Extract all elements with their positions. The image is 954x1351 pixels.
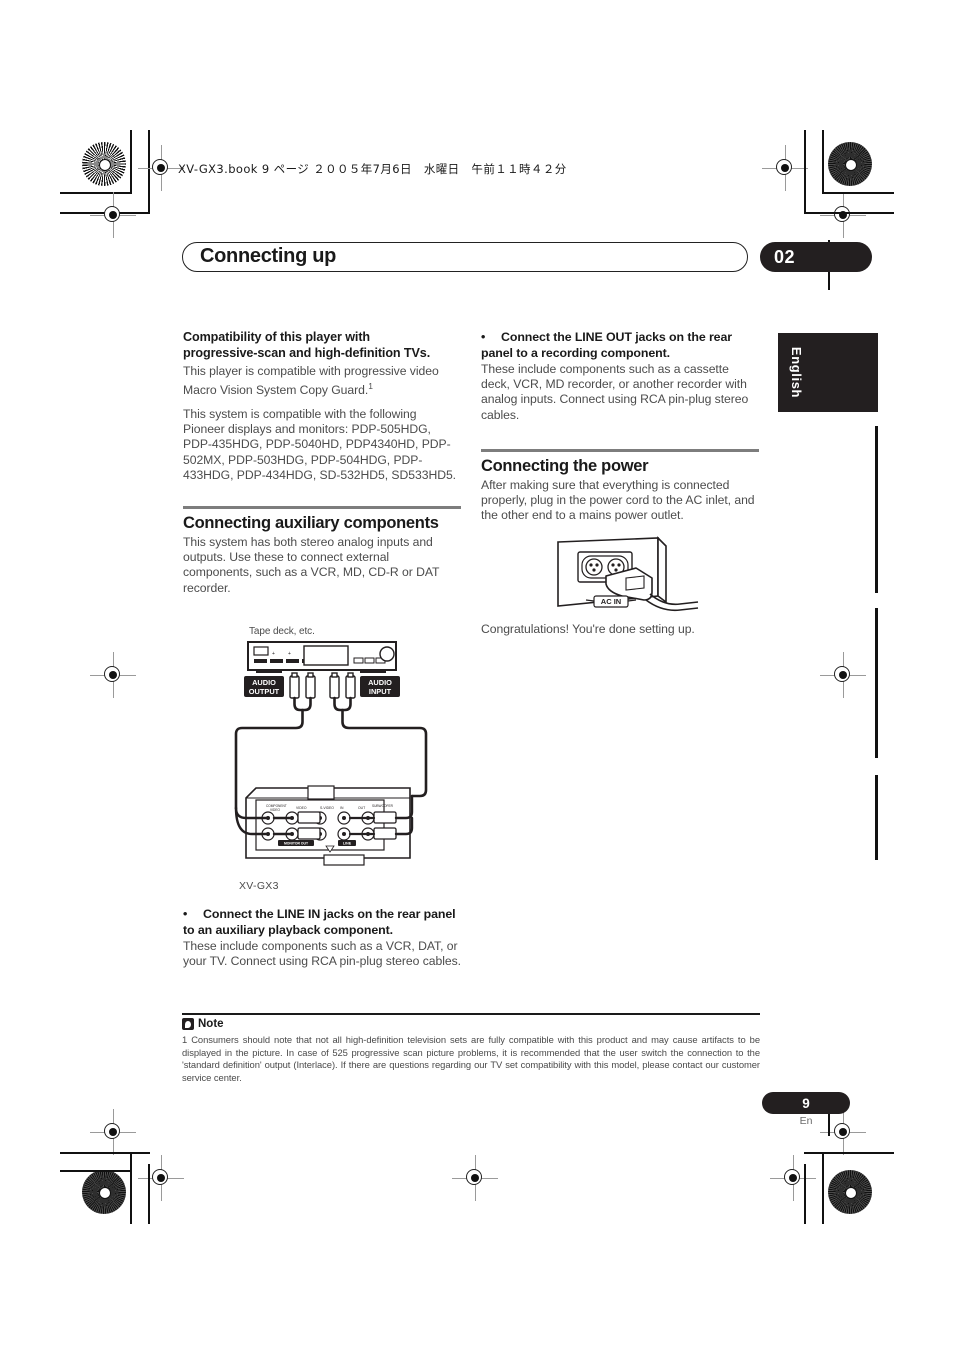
svg-text:OUT: OUT <box>358 806 365 810</box>
svg-text:IN: IN <box>340 806 344 810</box>
ac-inlet-diagram: AC IN <box>557 536 699 612</box>
crop-mark-line <box>148 1164 150 1224</box>
bullet-dot: • <box>481 330 486 344</box>
bleed-mark <box>875 680 878 758</box>
crop-mark-line <box>60 192 132 194</box>
compatibility-paragraph: This player is compatible with progressi… <box>183 362 461 400</box>
registration-crosshair <box>90 1109 136 1155</box>
player-model-caption: XV-GX3 <box>239 880 279 892</box>
svg-text:OUTPUT: OUTPUT <box>249 687 280 696</box>
registration-rosette-bottom-right <box>828 1170 872 1214</box>
registration-crosshair <box>90 652 136 698</box>
registration-crosshair <box>138 145 184 191</box>
line-out-bullet-heading: • Connect the LINE OUT jacks on the rear … <box>481 330 759 361</box>
book-file-info: XV-GX3.book 9 ページ ２００５年7月6日 水曜日 午前１１時４２分 <box>178 162 567 176</box>
note-title: Note <box>198 1018 224 1030</box>
svg-text:INPUT: INPUT <box>369 687 392 696</box>
congratulations-paragraph: Congratulations! You're done setting up. <box>481 622 695 636</box>
note-icon <box>182 1018 194 1030</box>
line-in-bullet-heading: • Connect the LINE IN jacks on the rear p… <box>183 907 461 938</box>
footnote-marker: 1 <box>368 380 373 391</box>
bleed-mark <box>875 775 878 860</box>
section-rule <box>183 506 461 510</box>
section-heading-power: Connecting the power <box>481 456 649 475</box>
bullet-dot: • <box>183 907 188 921</box>
line-out-bullet-heading-text: Connect the LINE OUT jacks on the rear p… <box>481 330 732 360</box>
registration-rosette-top-left <box>82 142 126 186</box>
left-column-lower: • Connect the LINE IN jacks on the rear p… <box>183 907 461 976</box>
registration-crosshair <box>820 192 866 238</box>
crop-mark-line <box>804 130 806 214</box>
line-in-bullet-body: These include components such as a VCR, … <box>183 939 461 969</box>
svg-text:S-VIDEO: S-VIDEO <box>320 806 334 810</box>
registration-crosshair <box>820 652 866 698</box>
svg-text:+: + <box>272 651 275 657</box>
page-number-badge: 9 <box>762 1092 850 1114</box>
left-column: Compatibility of this player with progre… <box>183 330 461 603</box>
supported-displays-paragraph: This system is compatible with the follo… <box>183 407 457 482</box>
crop-mark-line <box>130 1152 132 1224</box>
power-intro-paragraph: After making sure that everything is con… <box>481 477 755 523</box>
svg-text:AUDIO: AUDIO <box>368 678 392 687</box>
registration-rosette-top-right <box>828 142 872 186</box>
document-page: XV-GX3.book 9 ページ ２００５年7月6日 水曜日 午前１１時４２分… <box>0 0 954 1351</box>
crop-mark-line <box>130 130 132 194</box>
chapter-number-badge: 02 <box>760 242 872 272</box>
registration-rosette-bottom-left <box>82 1170 126 1214</box>
svg-text:AUDIO: AUDIO <box>252 678 276 687</box>
auxiliary-intro-paragraph: This system has both stereo analog input… <box>183 535 440 595</box>
crop-mark-line <box>804 212 894 214</box>
crop-mark-line <box>822 1152 824 1224</box>
bleed-mark <box>875 426 878 526</box>
line-in-bullet-heading-text: Connect the LINE IN jacks on the rear pa… <box>183 907 456 937</box>
crop-mark-line <box>822 192 894 194</box>
svg-text:LINE: LINE <box>343 842 352 846</box>
ac-in-label: AC IN <box>601 597 621 606</box>
crop-mark-line <box>804 1164 806 1224</box>
crop-mark-line <box>822 130 824 194</box>
section-rule <box>481 448 759 452</box>
svg-text:VIDEO: VIDEO <box>270 808 280 812</box>
bleed-mark <box>875 608 878 680</box>
section-heading-auxiliary: Connecting auxiliary components <box>183 514 439 533</box>
page-title: Connecting up <box>200 245 337 267</box>
language-tab: English <box>778 333 878 412</box>
bleed-mark <box>875 515 878 593</box>
svg-text:VIDEO: VIDEO <box>296 806 307 810</box>
right-column: • Connect the LINE OUT jacks on the rear … <box>481 330 759 530</box>
compatibility-subheading-line1: Compatibility of this player with <box>183 330 371 344</box>
svg-text:SUBWOOFER: SUBWOOFER <box>372 804 394 808</box>
language-tab-label: English <box>789 346 805 399</box>
compatibility-paragraph-text: This player is compatible with progressi… <box>183 364 439 397</box>
registration-crosshair <box>90 192 136 238</box>
crop-mark-line <box>804 1152 894 1154</box>
registration-crosshair <box>138 1155 184 1201</box>
crop-mark-line <box>60 1152 150 1154</box>
note-header: Note <box>182 1018 224 1030</box>
tape-deck-caption: Tape deck, etc. <box>249 626 315 637</box>
line-out-bullet-body: These include components such as a casse… <box>481 362 749 422</box>
page-language-code: En <box>799 1115 813 1127</box>
note-body: 1 Consumers should note that not all hig… <box>182 1034 760 1083</box>
compatibility-subheading-line2: progressive-scan and high-definition TVs… <box>183 345 431 360</box>
svg-text:MONITOR OUT: MONITOR OUT <box>284 842 309 846</box>
svg-text:+: + <box>288 651 291 657</box>
note-divider <box>182 1013 760 1015</box>
registration-crosshair <box>762 145 808 191</box>
compatibility-subheading: Compatibility of this player with progre… <box>183 330 461 361</box>
crop-mark-line <box>60 1170 132 1172</box>
registration-crosshair <box>452 1155 498 1201</box>
auxiliary-connection-diagram: + + + AUDIO OUTPUT AUDIO INPUT <box>234 641 428 866</box>
